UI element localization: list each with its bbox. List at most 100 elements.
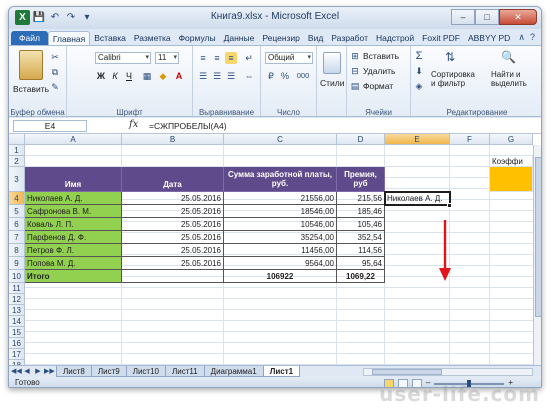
number-format-select[interactable]: Общий — [265, 52, 313, 64]
align-right-icon[interactable]: ☰ — [225, 70, 237, 82]
header-date[interactable]: Дата — [122, 167, 224, 192]
minimize-ribbon-icon[interactable]: ∧ — [518, 32, 525, 43]
cell-a4[interactable]: Николаев А. Д. — [25, 192, 122, 205]
cell-a7[interactable]: Парфенов Д. Ф. — [25, 231, 122, 244]
sort-filter-label-2[interactable]: и фильтр — [431, 79, 465, 88]
cell-g3[interactable] — [490, 167, 533, 192]
row-header-14[interactable]: 14 — [9, 316, 25, 327]
insert-function-icon[interactable]: fx — [129, 119, 138, 130]
header-name[interactable]: Имя — [25, 167, 122, 192]
styles-button[interactable]: Стили — [320, 78, 345, 88]
next-sheet-button[interactable]: ▶ — [33, 367, 43, 377]
merge-cells-icon[interactable]: ⇔ — [243, 70, 255, 82]
tab-page-layout[interactable]: Разметка — [130, 31, 175, 45]
thousands-separator-button[interactable]: 000 — [293, 70, 313, 82]
format-painter-icon[interactable]: ✎ — [49, 81, 61, 93]
autosum-icon[interactable]: Σ — [413, 50, 425, 62]
column-header-g[interactable]: G — [490, 134, 533, 145]
cell-a10-total-label[interactable]: Итого — [25, 270, 122, 283]
cell-e4[interactable]: Николаев А. Д. — [385, 192, 450, 205]
sheet-tab-chart1[interactable]: Диаграмма1 — [203, 366, 264, 377]
tab-abbyy-pdf[interactable]: ABBYY PD — [464, 31, 514, 45]
delete-cells-icon[interactable]: ⊟ — [349, 65, 361, 77]
insert-cells-button[interactable]: Вставить — [363, 51, 399, 61]
cell-g2[interactable]: Коэффи — [490, 156, 533, 167]
cell-c9[interactable]: 9564,00 — [224, 257, 337, 270]
row-header-10[interactable]: 10 — [9, 270, 25, 283]
row-header-1[interactable]: 1 — [9, 145, 25, 156]
sheet-tab-list9[interactable]: Лист9 — [90, 366, 127, 377]
paste-button[interactable]: Вставить — [13, 84, 49, 94]
align-bottom-icon[interactable]: ≡ — [225, 52, 237, 64]
minimize-button[interactable]: – — [451, 9, 475, 25]
cell-d5[interactable]: 185,46 — [337, 205, 385, 218]
cell-c7[interactable]: 35254,00 — [224, 231, 337, 244]
cell-b8[interactable]: 25.05.2016 — [122, 244, 224, 257]
select-all-corner[interactable] — [9, 134, 25, 145]
first-sheet-button[interactable]: ◀◀ — [11, 367, 22, 377]
cell-a8[interactable]: Петров Ф. Л. — [25, 244, 122, 257]
row-header-4[interactable]: 4 — [9, 192, 25, 205]
row-header-5[interactable]: 5 — [9, 205, 25, 218]
format-cells-icon[interactable]: ▤ — [349, 80, 361, 92]
column-header-f[interactable]: F — [450, 134, 490, 145]
find-select-label-1[interactable]: Найти и — [491, 70, 521, 79]
cell-d8[interactable]: 114,56 — [337, 244, 385, 257]
column-header-a[interactable]: A — [25, 134, 122, 145]
tab-foxit-pdf[interactable]: Foxit PDF — [418, 31, 464, 45]
tab-file[interactable]: Файл — [11, 31, 48, 45]
cell-d4[interactable]: 215,56 — [337, 192, 385, 205]
tab-home[interactable]: Главная — [47, 31, 91, 45]
align-top-icon[interactable]: ≡ — [197, 52, 209, 64]
column-header-b[interactable]: B — [122, 134, 224, 145]
row-header-13[interactable]: 13 — [9, 305, 25, 316]
sheet-tab-list10[interactable]: Лист10 — [125, 366, 166, 377]
fill-icon[interactable]: ⬇ — [413, 65, 425, 77]
sort-filter-label-1[interactable]: Сортировка — [431, 70, 475, 79]
header-salary[interactable]: Сумма заработной платы, руб. — [224, 167, 337, 192]
sheet-tab-list8[interactable]: Лист8 — [56, 366, 92, 377]
name-box[interactable]: E4 — [13, 120, 87, 132]
cell-d10-total[interactable]: 1069,22 — [337, 270, 385, 283]
sheet-tab-list11[interactable]: Лист11 — [164, 366, 205, 377]
cell-a9[interactable]: Попова М. Д. — [25, 257, 122, 270]
tab-addins[interactable]: Надстрой — [372, 31, 418, 45]
vertical-scrollbar[interactable] — [533, 145, 541, 365]
tab-developer[interactable]: Разработ — [327, 31, 372, 45]
close-button[interactable]: ✕ — [499, 9, 537, 25]
tab-insert[interactable]: Вставка — [90, 31, 130, 45]
worksheet-grid[interactable]: A B C D E F G 1 2 3 4 5 6 7 8 9 10 11 12… — [9, 134, 541, 365]
format-cells-button[interactable]: Формат — [363, 81, 393, 91]
last-sheet-button[interactable]: ▶▶ — [44, 367, 55, 377]
fill-color-icon[interactable]: ◆ — [157, 70, 169, 82]
currency-icon[interactable]: ₽ — [265, 70, 277, 82]
help-icon[interactable]: ? — [530, 32, 535, 43]
row-header-16[interactable]: 16 — [9, 338, 25, 349]
cell-c5[interactable]: 18546,00 — [224, 205, 337, 218]
percent-button[interactable]: % — [279, 70, 291, 82]
align-middle-icon[interactable]: ≡ — [211, 52, 223, 64]
column-header-d[interactable]: D — [337, 134, 385, 145]
tab-formulas[interactable]: Формулы — [175, 31, 220, 45]
row-header-3[interactable]: 3 — [9, 167, 25, 192]
row-header-12[interactable]: 12 — [9, 294, 25, 305]
fill-handle[interactable] — [447, 203, 452, 208]
insert-cells-icon[interactable]: ⊞ — [349, 50, 361, 62]
row-header-7[interactable]: 7 — [9, 231, 25, 244]
row-header-17[interactable]: 17 — [9, 349, 25, 360]
row-header-15[interactable]: 15 — [9, 327, 25, 338]
horizontal-scrollbar[interactable] — [363, 368, 533, 376]
sort-filter-icon[interactable]: ⇅ — [445, 50, 461, 66]
header-bonus[interactable]: Премия, руб — [337, 167, 385, 192]
styles-icon[interactable] — [323, 52, 341, 74]
cell-b5[interactable]: 25.05.2016 — [122, 205, 224, 218]
row-header-2[interactable]: 2 — [9, 156, 25, 167]
borders-icon[interactable]: ▦ — [141, 70, 153, 82]
sheet-tab-list1[interactable]: Лист1 — [262, 366, 301, 377]
cell-d9[interactable]: 95,64 — [337, 257, 385, 270]
cell-b4[interactable]: 25.05.2016 — [122, 192, 224, 205]
cell-c6[interactable]: 10546,00 — [224, 218, 337, 231]
horizontal-scroll-thumb[interactable] — [372, 369, 442, 375]
column-header-c[interactable]: C — [224, 134, 337, 145]
cell-c4[interactable]: 21556,00 — [224, 192, 337, 205]
